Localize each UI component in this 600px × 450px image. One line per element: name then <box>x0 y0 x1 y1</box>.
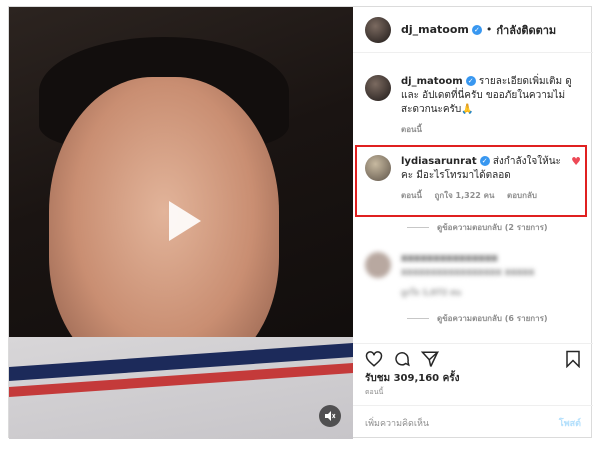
highlight-box <box>355 145 587 217</box>
comment-username[interactable]: xxxxxxxxxxxxxxx <box>401 253 498 264</box>
post-header: dj_matoom ✓ • กำลังติดตาม <box>353 7 593 53</box>
bookmark-icon[interactable] <box>565 350 581 368</box>
heart-icon[interactable] <box>365 350 383 368</box>
speaker-mute-icon[interactable] <box>319 405 341 427</box>
caption-username[interactable]: dj_matoom <box>401 76 463 87</box>
add-comment-bar: เพิ่มความคิดเห็น โพสต์ <box>353 405 593 439</box>
caption-time: ตอนนี้ <box>401 125 422 134</box>
following-button[interactable]: กำลังติดตาม <box>496 21 556 39</box>
caption: dj_matoom ✓ รายละเอียดเพิ่มเติม ดูและ อัป… <box>353 75 593 137</box>
view-replies-link[interactable]: ดูข้อความตอบกลับ (2 รายการ) <box>353 221 593 234</box>
post-button[interactable]: โพสต์ <box>559 416 581 430</box>
share-icon[interactable] <box>421 350 439 368</box>
side-panel: dj_matoom ✓ • กำลังติดตาม dj_matoom ✓ ราย… <box>353 7 593 439</box>
avatar[interactable] <box>365 16 391 43</box>
avatar[interactable] <box>365 75 391 101</box>
verified-icon: ✓ <box>465 76 476 86</box>
view-replies-link[interactable]: ดูข้อความตอบกลับ (6 รายการ) <box>353 312 593 325</box>
video-player[interactable] <box>9 7 353 439</box>
blurred-comment: xxxxxxxxxxxxxxx xxxxxxxxxxxxxxxxx xxxxx … <box>353 252 593 300</box>
play-icon[interactable] <box>153 193 209 249</box>
comment-likes[interactable]: ถูกใจ 1,072 คน <box>401 288 461 297</box>
comment-icon[interactable] <box>393 350 411 368</box>
avatar[interactable] <box>365 252 391 278</box>
separator: • <box>485 23 493 36</box>
post-frame: dj_matoom ✓ • กำลังติดตาม dj_matoom ✓ ราย… <box>8 6 593 439</box>
post-date: ตอนนี้ <box>365 388 384 396</box>
view-count: รับชม 309,160 ครั้ง <box>365 373 460 384</box>
action-bar <box>353 343 593 373</box>
verified-icon: ✓ <box>471 24 482 35</box>
header-username[interactable]: dj_matoom <box>401 23 469 36</box>
comment-text: xxxxxxxxxxxxxxxxx xxxxx <box>401 267 535 278</box>
comment-input[interactable]: เพิ่มความคิดเห็น <box>365 416 429 430</box>
